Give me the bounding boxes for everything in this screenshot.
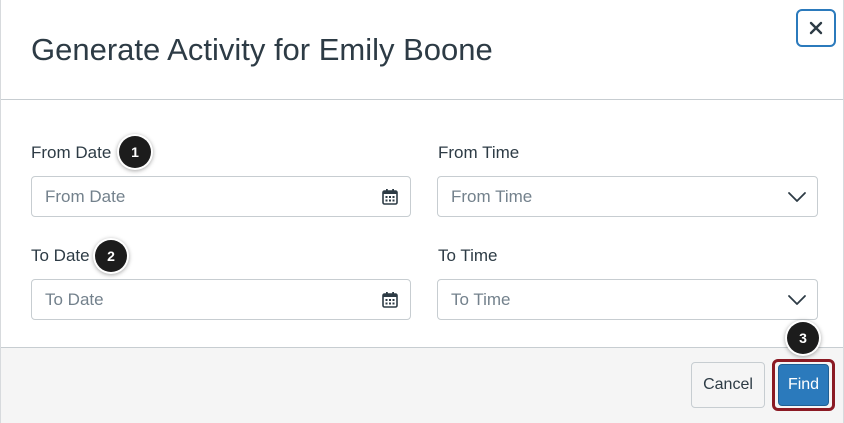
from-time-select[interactable]: From Time: [437, 176, 818, 217]
from-date-input[interactable]: From Date: [31, 176, 411, 217]
step-marker-3: 3: [787, 322, 819, 354]
chevron-down-icon: [777, 280, 817, 319]
to-time-select[interactable]: To Time: [437, 279, 818, 320]
to-date-placeholder: To Date: [45, 289, 104, 309]
dialog-title: Generate Activity for Emily Boone: [31, 32, 493, 67]
to-time-placeholder: To Time: [451, 289, 511, 309]
calendar-icon[interactable]: [370, 177, 410, 216]
calendar-icon[interactable]: [370, 280, 410, 319]
from-time-label: From Time: [438, 143, 520, 162]
close-button[interactable]: [796, 9, 836, 47]
step-marker-2: 2: [95, 240, 127, 272]
dialog-header: Generate Activity for Emily Boone: [1, 0, 843, 100]
to-date-input[interactable]: To Date: [31, 279, 411, 320]
dialog-footer: Cancel Find: [1, 347, 843, 423]
chevron-down-icon: [777, 177, 817, 216]
find-button[interactable]: Find: [778, 364, 829, 406]
close-icon: [809, 21, 823, 35]
to-date-label: To Date: [31, 246, 90, 265]
from-time-placeholder: From Time: [451, 186, 533, 206]
step-marker-1: 1: [119, 136, 151, 168]
from-date-placeholder: From Date: [45, 186, 126, 206]
to-time-label: To Time: [438, 246, 498, 265]
cancel-button[interactable]: Cancel: [691, 362, 765, 408]
generate-activity-dialog: Generate Activity for Emily Boone From D…: [0, 0, 844, 423]
from-date-label: From Date: [31, 143, 112, 162]
find-button-highlight: Find: [772, 359, 835, 411]
